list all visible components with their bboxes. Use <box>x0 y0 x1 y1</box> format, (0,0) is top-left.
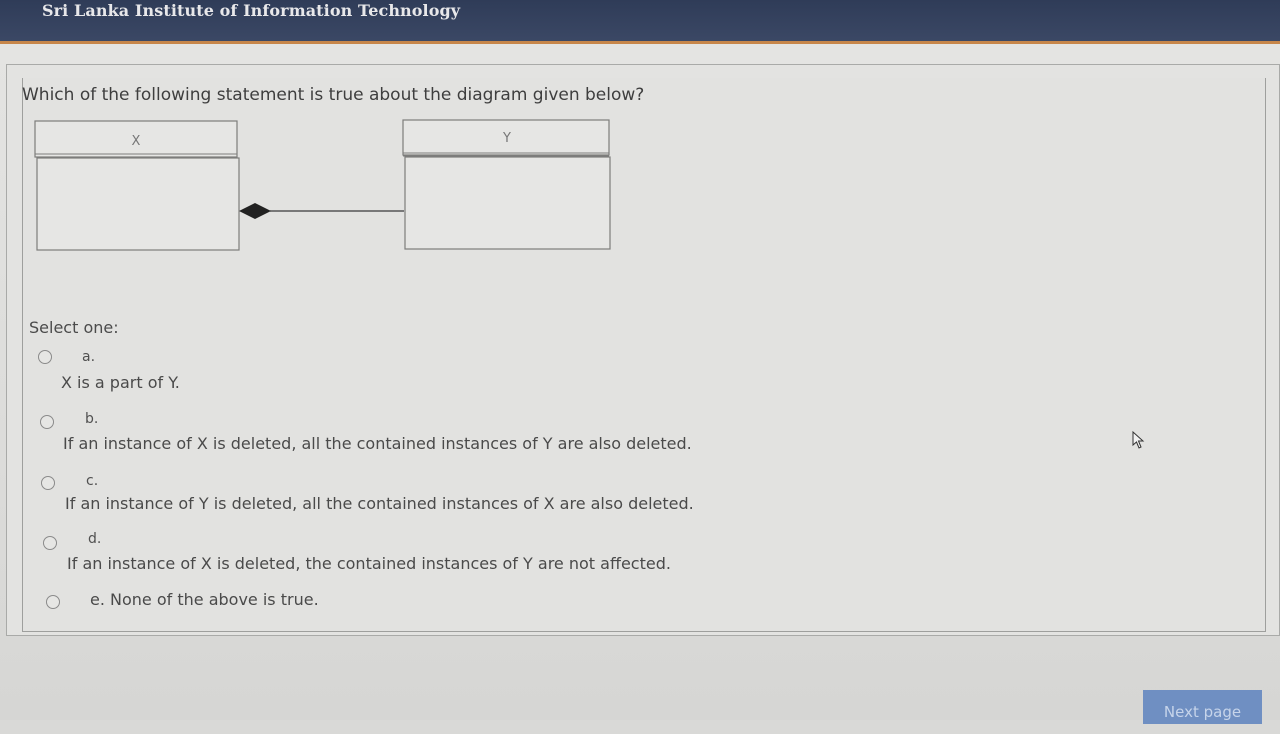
option-e-text: None of the above is true. <box>110 590 319 609</box>
option-b-radio[interactable] <box>40 415 54 429</box>
option-a-text[interactable]: X is a part of Y. <box>61 373 180 392</box>
option-d-radio[interactable] <box>43 536 57 550</box>
class-box-x: X <box>34 120 240 251</box>
class-box-y: Y <box>402 119 611 250</box>
option-a-letter: a. <box>82 349 96 365</box>
option-e-label[interactable]: e. None of the above is true. <box>90 590 319 609</box>
option-c-radio[interactable] <box>41 476 55 490</box>
class-name-y: Y <box>502 131 511 146</box>
option-b-text[interactable]: If an instance of X is deleted, all the … <box>63 434 692 453</box>
option-a-radio[interactable] <box>38 350 52 364</box>
select-one-label: Select one: <box>29 318 119 337</box>
mouse-pointer-icon <box>1132 430 1145 449</box>
uml-diagram: X Y <box>34 119 611 251</box>
option-e-letter: e. <box>90 590 105 609</box>
class-name-x: X <box>132 134 141 149</box>
composition-diamond-icon <box>239 203 271 219</box>
option-e-radio[interactable] <box>46 595 60 609</box>
next-page-button[interactable]: Next page <box>1143 690 1262 724</box>
option-c-letter: c. <box>86 473 99 489</box>
option-d-letter: d. <box>88 531 102 547</box>
option-c-text[interactable]: If an instance of Y is deleted, all the … <box>65 494 694 513</box>
option-b-letter: b. <box>85 411 99 427</box>
option-d-text[interactable]: If an instance of X is deleted, the cont… <box>67 554 671 573</box>
